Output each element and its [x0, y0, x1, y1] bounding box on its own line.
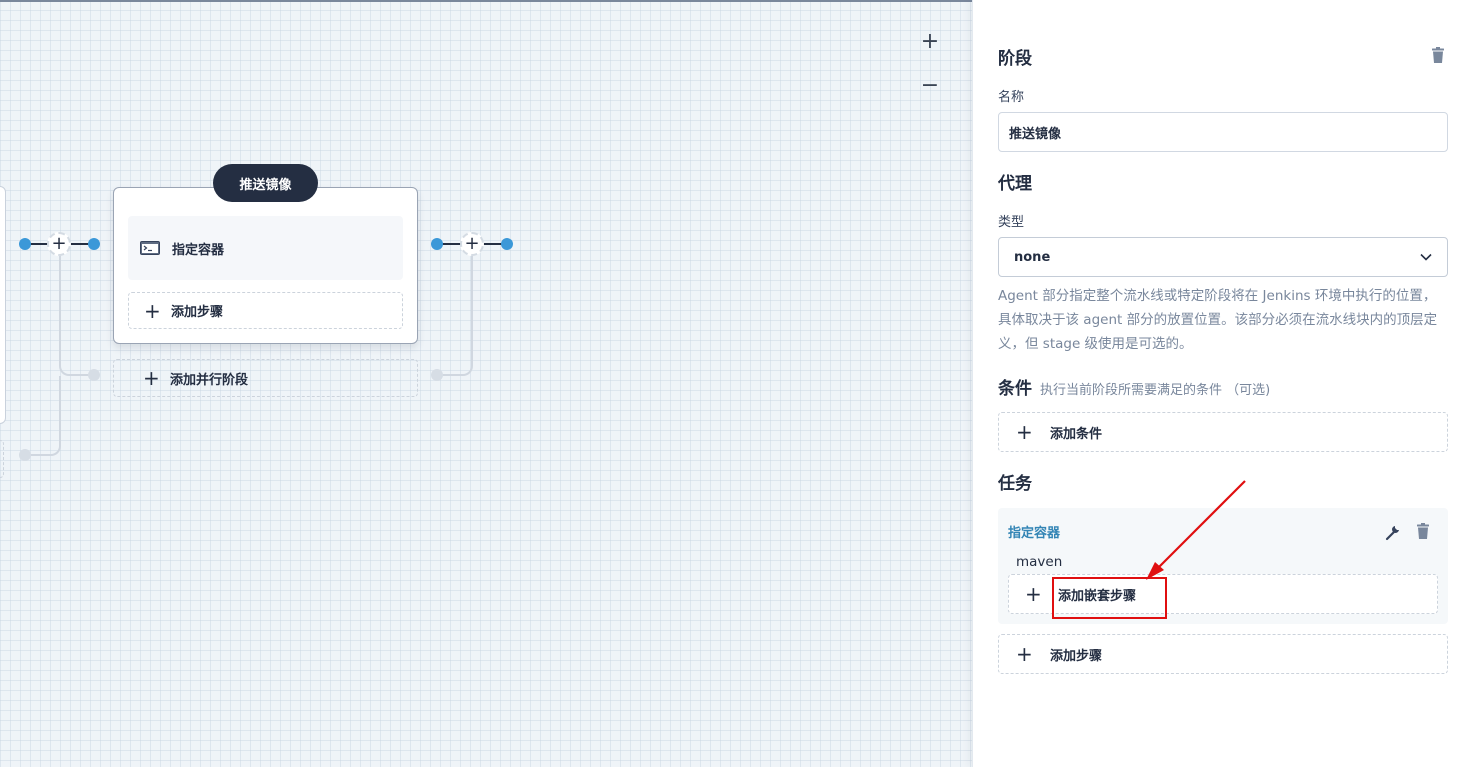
- conditions-heading-label: 条件: [998, 379, 1032, 399]
- top-divider: [0, 0, 972, 2]
- type-label: 类型: [998, 215, 1025, 230]
- task-name-link[interactable]: 指定容器: [1008, 522, 1060, 541]
- wrench-icon[interactable]: [1384, 523, 1402, 541]
- step-item-container[interactable]: 指定容器: [128, 216, 403, 280]
- plus-icon: +: [1016, 642, 1033, 666]
- name-label: 名称: [998, 90, 1025, 105]
- add-condition-button[interactable]: + 添加条件: [998, 412, 1448, 452]
- add-step-button-panel[interactable]: + 添加步骤: [998, 634, 1448, 674]
- conditions-heading: 条件 执行当前阶段所需要满足的条件 （可选): [998, 374, 1270, 399]
- stage-card[interactable]: 指定容器 + 添加步骤: [113, 187, 418, 344]
- parallel-dot-right: [431, 369, 443, 381]
- step-item-label: 指定容器: [172, 242, 225, 258]
- plus-icon: +: [1025, 582, 1042, 606]
- add-step-button[interactable]: + 添加步骤: [128, 292, 403, 329]
- add-condition-label: 添加条件: [1050, 426, 1103, 442]
- add-stage-node-right[interactable]: +: [460, 232, 484, 256]
- connector-dot-right-end: [501, 238, 513, 250]
- zoom-in-button[interactable]: +: [918, 29, 942, 54]
- parallel-branch-line-left: [59, 256, 94, 376]
- parallel-branch-line-right: [437, 256, 473, 376]
- stage-name-input[interactable]: [998, 112, 1448, 152]
- previous-stage-card[interactable]: [0, 186, 6, 424]
- tasks-heading: 任务: [998, 474, 1032, 494]
- delete-stage-trash-icon[interactable]: [1429, 46, 1447, 64]
- plus-icon: +: [51, 233, 67, 254]
- delete-task-trash-icon[interactable]: [1414, 522, 1432, 540]
- agent-heading: 代理: [998, 174, 1032, 194]
- stage-title-badge[interactable]: 推送镜像: [213, 164, 318, 202]
- parallel-branch-line-prev: [24, 376, 61, 456]
- pipeline-canvas[interactable]: + − + + 推送镜像 指定容器 + 添加步骤 + 添加并行阶段: [0, 0, 972, 767]
- agent-description: Agent 部分指定整个流水线或特定阶段将在 Jenkins 环境中执行的位置，…: [998, 288, 1438, 352]
- connector-dot-left-end: [88, 238, 100, 250]
- previous-add-parallel-button[interactable]: [0, 440, 4, 478]
- parallel-dot-left: [88, 369, 100, 381]
- add-stage-node-left[interactable]: +: [47, 232, 71, 256]
- connector-dot-right-start: [431, 238, 443, 250]
- chevron-down-icon: [1420, 253, 1432, 261]
- task-value: maven: [1016, 554, 1063, 570]
- task-item: 指定容器 maven + 添加嵌套步骤: [998, 508, 1448, 624]
- plus-icon: +: [144, 298, 161, 323]
- add-step-label: 添加步骤: [171, 305, 224, 320]
- agent-type-select[interactable]: none: [998, 237, 1448, 277]
- zoom-out-button[interactable]: −: [918, 73, 942, 98]
- stage-heading: 阶段: [998, 49, 1032, 69]
- connector-dot-left-start: [19, 238, 31, 250]
- add-step-panel-label: 添加步骤: [1050, 648, 1103, 664]
- parallel-dot-prev: [19, 449, 31, 461]
- terminal-icon: [140, 241, 160, 255]
- add-nested-step-label: 添加嵌套步骤: [1058, 588, 1137, 604]
- conditions-hint: 执行当前阶段所需要满足的条件 （可选): [1040, 383, 1271, 398]
- plus-icon: +: [464, 233, 480, 254]
- add-parallel-stage-label: 添加并行阶段: [170, 372, 249, 388]
- agent-type-value: none: [1014, 249, 1051, 265]
- plus-icon: +: [1016, 420, 1033, 444]
- plus-icon: +: [143, 366, 160, 390]
- add-parallel-stage-button[interactable]: + 添加并行阶段: [113, 359, 418, 397]
- stage-config-panel: 阶段 名称 代理 类型 none Agent 部分指定整个流水线或特定阶段将在 …: [972, 0, 1468, 767]
- add-nested-step-button[interactable]: + 添加嵌套步骤: [1008, 574, 1438, 614]
